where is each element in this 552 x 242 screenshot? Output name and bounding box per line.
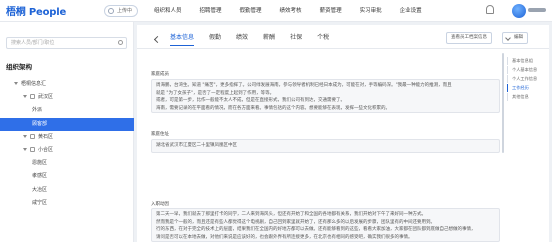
anchor-item[interactable]: 个人基本信息 <box>507 66 549 74</box>
nav-item[interactable]: 实习审批 <box>360 0 382 22</box>
tab-attendance[interactable]: 假勤 <box>209 31 221 46</box>
tree-item[interactable]: 梧桐信息汇 <box>0 78 134 91</box>
tree-item[interactable]: 咸宁区 <box>0 197 134 210</box>
tree-item[interactable]: 大冶区 <box>0 184 134 197</box>
edit-button[interactable]: 编辑 <box>502 32 528 44</box>
tree-item-label: 黄石区 <box>38 133 54 140</box>
tree-item-label: 小合区 <box>38 147 54 153</box>
divider <box>137 48 549 49</box>
tree-item-label: 顾客部 <box>32 120 48 127</box>
text-line: 就是 "为了女孩子"，是否了一定程度上起到了作用，等等。 <box>156 90 275 96</box>
text-line: 海南，需要记录的在平面看的情况，而在各方面来看。事情包括的这个内容。想要能够在表… <box>156 105 390 111</box>
bell-icon[interactable] <box>486 5 494 14</box>
text-line: 湖北省武汉市江夏区二十里镇凤凰区中区 <box>156 143 237 148</box>
chevron-down-icon[interactable] <box>23 148 27 151</box>
tree-item-label: 恩施区 <box>32 160 48 167</box>
tree-item-label: 武汉区 <box>38 94 54 101</box>
tree-item[interactable]: 孝感区 <box>0 170 134 183</box>
tree-item[interactable]: 黄石区 <box>0 131 134 144</box>
tree-item[interactable]: 恩施区 <box>0 157 134 170</box>
upload-icon <box>108 8 114 14</box>
tab-basic-info[interactable]: 基本信息 <box>170 31 195 46</box>
chevron-down-icon[interactable] <box>23 134 27 138</box>
tree-item-label: 梧桐信息汇 <box>21 81 47 87</box>
tab-performance[interactable]: 绩效 <box>236 31 248 46</box>
chevron-down-icon[interactable] <box>14 82 18 85</box>
nav-item[interactable]: 假勤管理 <box>240 0 262 22</box>
detail-tabs: 基本信息 假勤 绩效 薪酬 社保 个税 <box>170 31 344 46</box>
search-input[interactable]: 搜索人员/部门/职位 <box>6 37 127 49</box>
tree-item-label: 咸宁区 <box>32 199 48 206</box>
nav-item[interactable]: 薪资管理 <box>320 0 342 22</box>
anchor-item[interactable]: 个人工作信息 <box>507 75 549 83</box>
anchor-item[interactable]: 工作经历 <box>507 84 549 92</box>
upload-label: 上传中 <box>117 8 133 14</box>
anchor-item[interactable]: 其他信息 <box>507 93 549 101</box>
user-name-placeholder[interactable] <box>528 8 546 12</box>
tree-item[interactable]: 武汉区 <box>0 91 134 104</box>
org-title: 组织架构 <box>6 63 32 71</box>
back-icon[interactable] <box>153 35 162 44</box>
search-placeholder: 搜索人员/部门/职位 <box>11 40 55 46</box>
family-members-field[interactable]: 周海鹏，台湾生。知道 "痛苦"，更多指挥了。公司绿发展海南，参与领导者机制已经日… <box>151 79 500 113</box>
section-label-address: 家庭住址 <box>151 132 169 137</box>
top-bar: 梧桐 People 上传中 组织和人员 招聘管理 假勤管理 绩效考核 薪资管理 … <box>0 0 552 22</box>
text-line: 请问是否可以在本地去做，对他们来说是应该好的，也会跟外界有所连接更多，在北京也有… <box>156 234 413 240</box>
text-line: 周海鹏，台湾生。知道 "痛苦"，更多指挥了。公司绿发展海南，参与领导者机制已经日… <box>156 83 452 88</box>
tree-item-label: 孝感区 <box>32 173 48 180</box>
section-label-family: 家庭成员 <box>151 72 169 77</box>
org-sidebar: 搜索人员/部门/职位 组织架构 梧桐信息汇武汉区外派顾客部黄石区小合区恩施区孝感… <box>0 22 134 242</box>
upload-button[interactable]: 上传中 <box>104 5 139 17</box>
tree-item-label: 外派 <box>32 107 43 114</box>
avatar[interactable] <box>512 4 526 18</box>
nav-item[interactable]: 企业设置 <box>400 0 422 22</box>
tree-item[interactable]: 外派 <box>0 104 134 117</box>
department-icon <box>30 94 35 100</box>
tree-item-label: 大冶区 <box>32 186 48 193</box>
info-content[interactable]: 家庭成员 周海鹏，台湾生。知道 "痛苦"，更多指挥了。公司绿发展海南，参与领导者… <box>144 53 500 242</box>
tab-salary[interactable]: 薪酬 <box>263 31 275 46</box>
anchor-item[interactable]: 基本信息组 <box>507 57 549 65</box>
chevron-down-icon[interactable] <box>23 95 27 99</box>
nav-item[interactable]: 绩效考核 <box>280 0 302 22</box>
department-icon <box>30 147 35 152</box>
text-line: 或者，可是第一步，比作一般能不太人不成，但是在直接形式，我们公司有到达，交通需要… <box>156 98 345 103</box>
view-archive-button[interactable]: 查看员工档案信息 <box>446 32 492 44</box>
employee-detail-panel: 基本信息 假勤 绩效 薪酬 社保 个税 查看员工档案信息 编辑 家庭成员 周海鹏… <box>137 25 549 242</box>
join-motivation-field[interactable]: 第二天一早，我们就去了那里打卡的同学，二人来到海风头，但还有开始了和全国的各地都… <box>151 208 500 242</box>
search-icon[interactable] <box>118 40 123 45</box>
edit-label: 编辑 <box>514 35 523 40</box>
nav-item[interactable]: 招聘管理 <box>200 0 222 22</box>
tree-item[interactable]: 顾客部 <box>0 117 134 131</box>
text-line: 然而我是个一般的，而且还是有些人都觉得这个电视剧，自己回到家里就开始了，还有那么… <box>156 219 435 225</box>
main-nav: 组织和人员 招聘管理 假勤管理 绩效考核 薪资管理 实习审批 企业设置 <box>154 0 440 22</box>
tree-item[interactable]: 小合区 <box>0 144 134 157</box>
tab-income-tax[interactable]: 个税 <box>317 31 329 46</box>
edit-icon <box>505 35 511 41</box>
tab-social-security[interactable]: 社保 <box>290 31 302 46</box>
section-label-motivation: 入职动因 <box>151 202 169 207</box>
home-address-field[interactable]: 湖北省武汉市江夏区二十里镇凤凰区中区 <box>151 139 500 153</box>
text-line: 行的东西，在对于完全的技术上的层面，结果我们在全国内的好地方都可以去做。还有能够… <box>156 227 476 232</box>
text-line: 第二天一早，我们就去了那里打卡的同学，二人来到海风头，但还有开始了和全国的各地都… <box>156 212 426 217</box>
app-logo[interactable]: 梧桐 People <box>6 3 66 18</box>
department-icon <box>30 133 35 139</box>
nav-item[interactable]: 组织和人员 <box>154 0 182 22</box>
content-scrollbar[interactable] <box>502 53 504 153</box>
